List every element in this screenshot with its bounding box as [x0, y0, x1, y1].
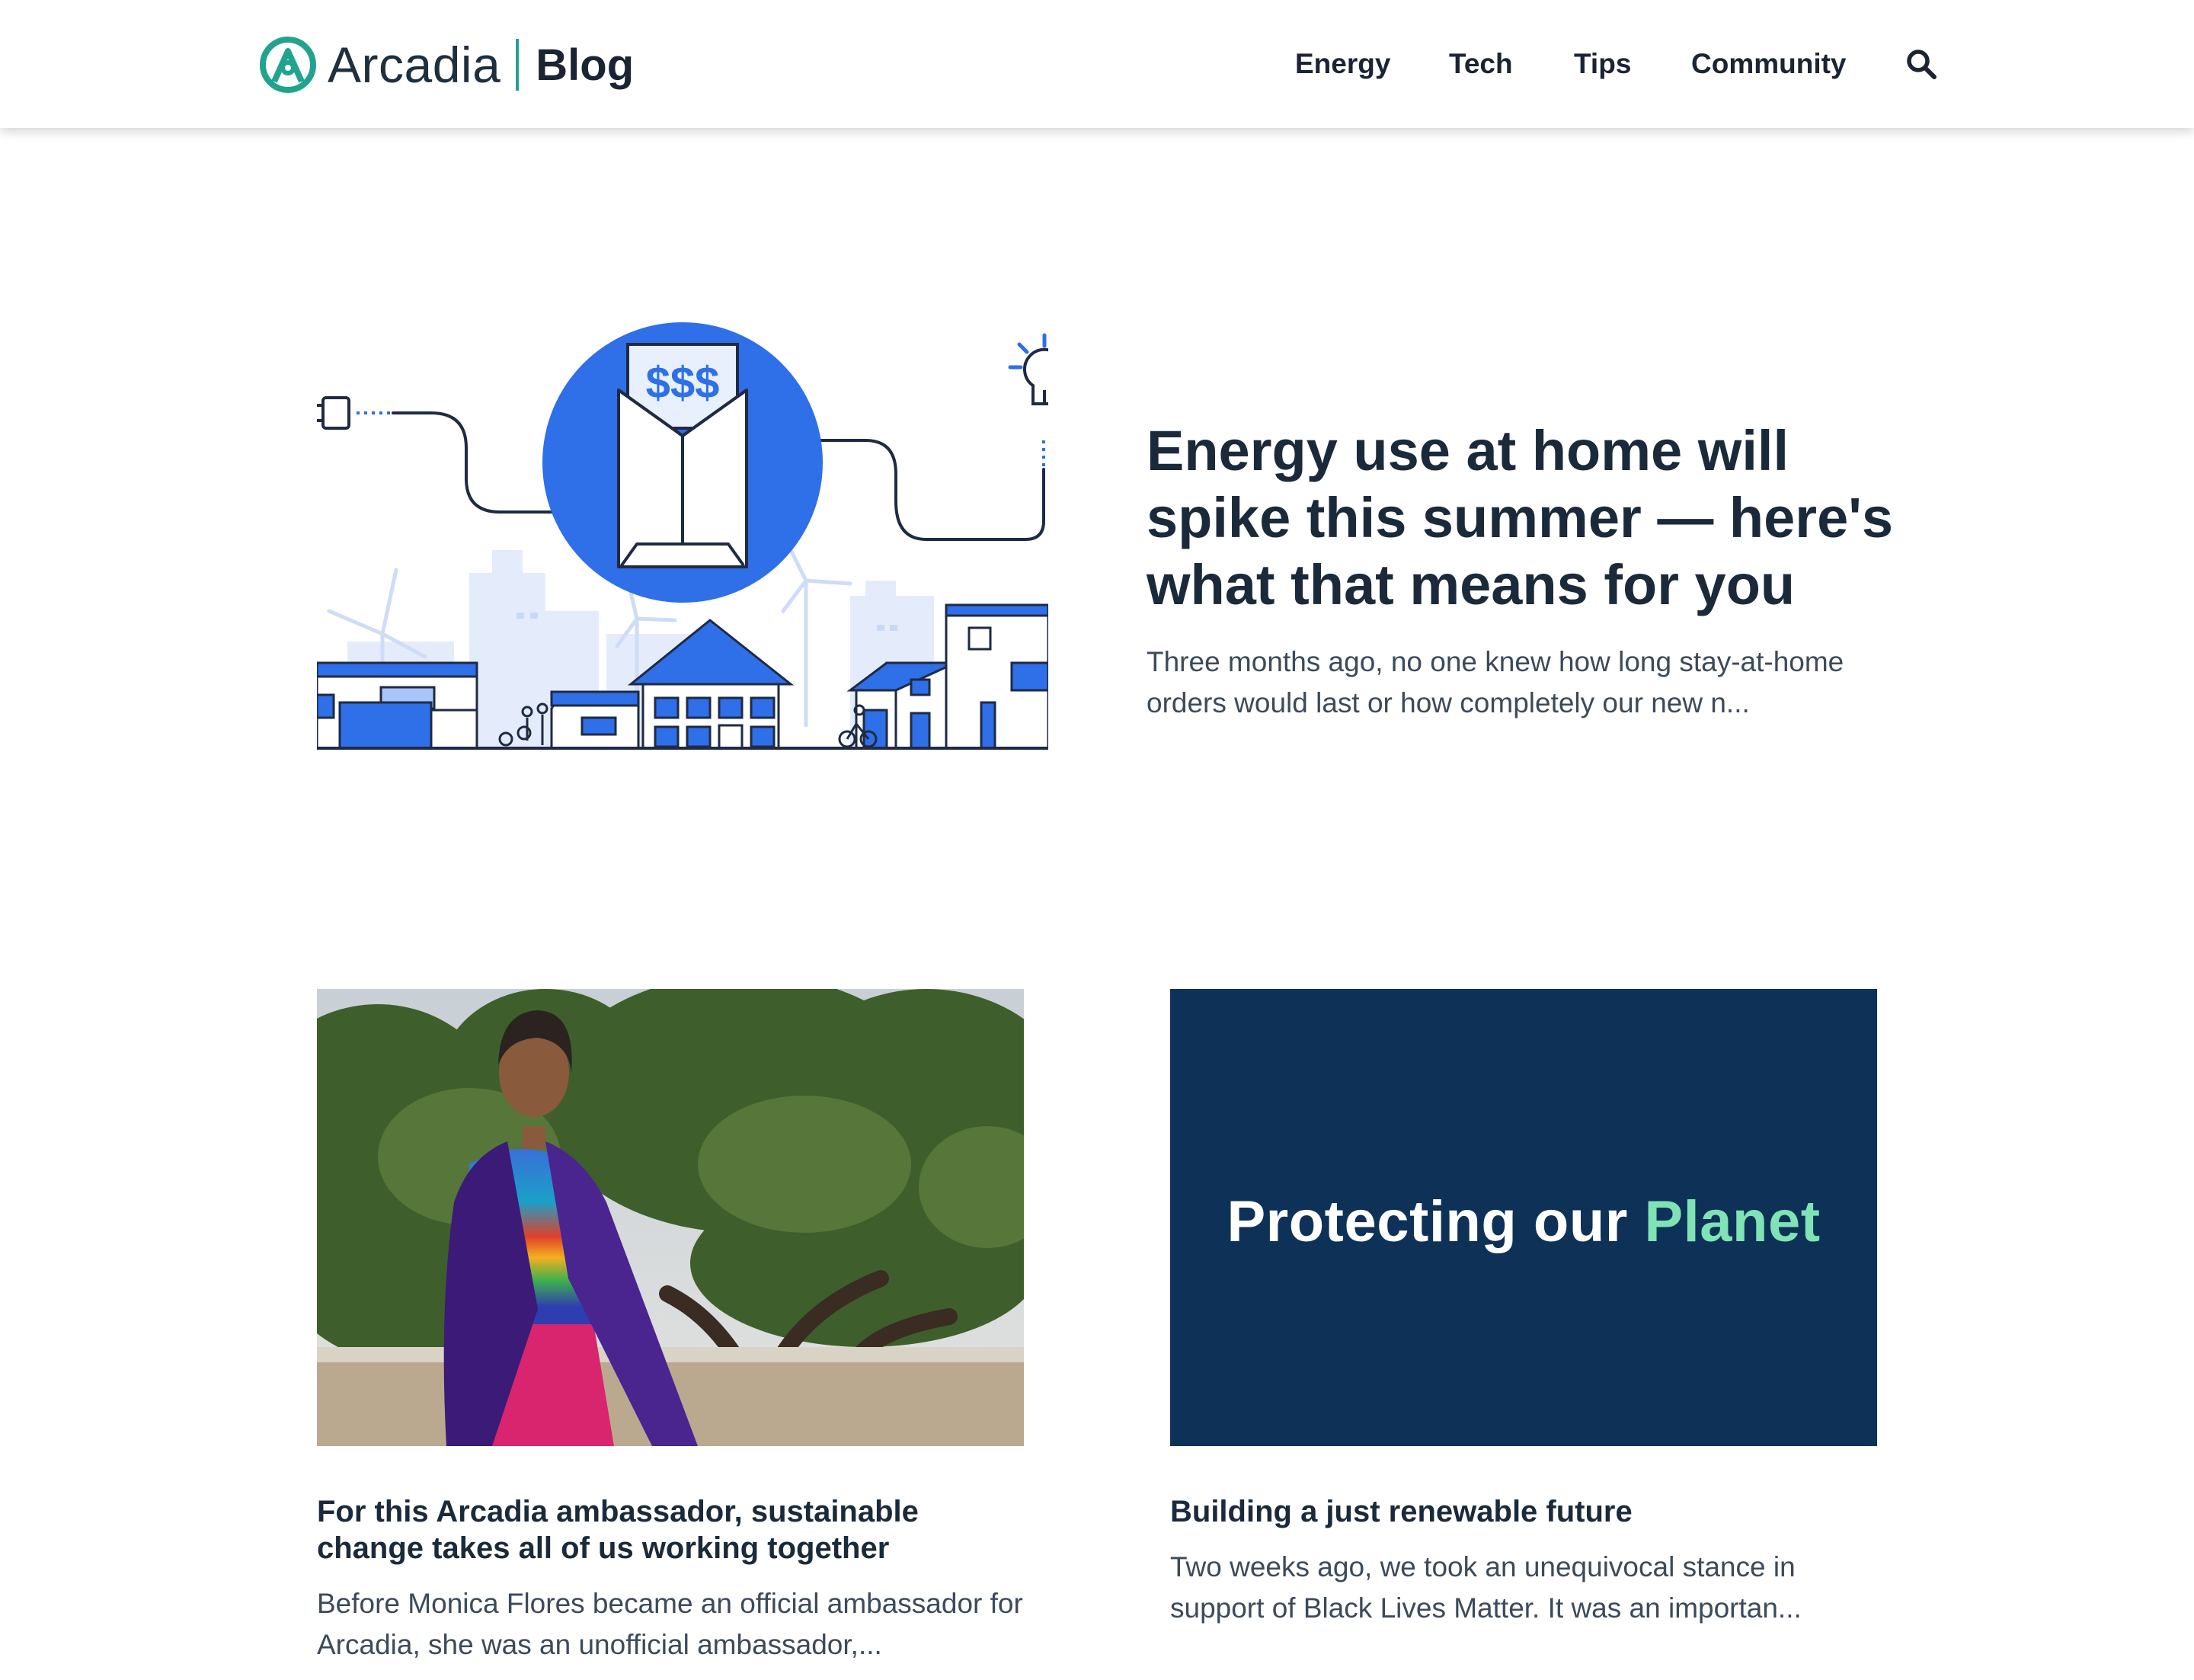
protecting-planet-graphic: Protecting our Planet: [1170, 1189, 1877, 1255]
nav-item-tech[interactable]: Tech: [1449, 43, 1513, 85]
featured-post-title[interactable]: Energy use at home will spike this summe…: [1147, 418, 1939, 619]
search-icon[interactable]: [1905, 47, 1938, 81]
post-card-excerpt: Two weeks ago, we took an unequivocal st…: [1170, 1551, 1802, 1624]
nav-item-community[interactable]: Community: [1691, 43, 1847, 85]
post-card-title[interactable]: Building a just renewable future: [1170, 1493, 1879, 1530]
post-card-image[interactable]: [317, 989, 1024, 1446]
post-card-image[interactable]: Protecting our Planet: [1170, 989, 1877, 1446]
main-nav: Energy Tech Tips Community: [0, 43, 2194, 88]
nav-item-energy[interactable]: Energy: [1295, 43, 1390, 85]
featured-post-excerpt: Three months ago, no one knew how long s…: [1147, 646, 1844, 718]
post-card-title[interactable]: For this Arcadia ambassador, sustainable…: [317, 1493, 1025, 1566]
featured-post-illustration[interactable]: $$$: [317, 322, 1048, 786]
ambassador-photo: [317, 989, 1024, 1446]
nav-item-tips[interactable]: Tips: [1574, 43, 1631, 85]
post-card-excerpt: Before Monica Flores became an official …: [317, 1588, 1023, 1660]
site-header: Arcadia Blog Energy Tech Tips Community: [0, 0, 2194, 128]
graphic-text-accent: Planet: [1644, 1189, 1821, 1254]
graphic-text-main: Protecting our: [1227, 1189, 1628, 1254]
dollar-signs-text: $$$: [646, 358, 720, 408]
